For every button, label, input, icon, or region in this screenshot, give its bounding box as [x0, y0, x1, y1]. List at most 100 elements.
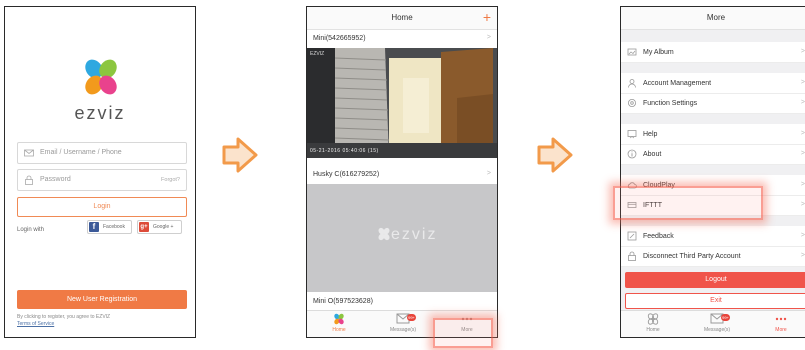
bottom-tab-bar: Home 99+ Message(s) More [307, 310, 497, 337]
chevron-right-icon: > [800, 252, 805, 259]
menu-item-label: Function Settings [643, 100, 698, 107]
chevron-right-icon: > [486, 170, 491, 177]
menu-item-help[interactable]: Help > [621, 125, 805, 145]
camera-row[interactable]: Mini(542665952) > [307, 30, 497, 48]
menu-item-label: Account Management [643, 80, 712, 87]
google-plus-icon: g+ [139, 222, 149, 232]
camera-row[interactable]: Mini O(597523628) [307, 293, 497, 311]
chevron-right-icon: > [800, 232, 805, 239]
google-button[interactable]: g+ Google + [137, 220, 182, 234]
chevron-right-icon: > [800, 130, 805, 137]
more-icon [461, 317, 473, 321]
chevron-right-icon: > [800, 99, 805, 106]
camera-name: Husky C(616279252) [313, 171, 380, 178]
placeholder-brand-text: ezviz [391, 226, 438, 243]
menu-item-label: CloudPlay [643, 182, 675, 189]
chevron-right-icon: > [800, 48, 805, 55]
tab-label: Message(s) [703, 327, 731, 333]
camera-live-view[interactable]: EZVIZ 05-21-2016 05:40:06 (15) [307, 48, 497, 158]
terms-line: By clicking to register, you agree to EZ… [17, 314, 111, 320]
ifttt-icon [627, 202, 637, 208]
tab-messages[interactable]: 99+ Message(s) [379, 313, 427, 333]
help-icon [627, 130, 637, 139]
menu-item-disconnect-third-party[interactable]: Disconnect Third Party Account > [621, 247, 805, 267]
more-screen: More My Album > Account Management > Fun… [620, 6, 805, 338]
login-with-label: Login with [17, 227, 45, 233]
ezviz-logo-icon [85, 59, 117, 95]
chevron-right-icon: > [800, 79, 805, 86]
tab-home[interactable]: Home [629, 313, 677, 333]
page-title: More [706, 13, 726, 22]
menu-item-about[interactable]: About > [621, 145, 805, 165]
google-label: Google + [153, 224, 174, 230]
home-icon [334, 313, 344, 325]
tab-label: More [461, 327, 473, 333]
email-placeholder: Email / Username / Phone [40, 149, 122, 156]
terms-of-service-link[interactable]: Terms of Service [17, 321, 54, 327]
password-field[interactable]: Password Forgot? [17, 169, 187, 191]
menu-item-feedback[interactable]: Feedback > [621, 227, 805, 247]
email-field[interactable]: Email / Username / Phone [17, 142, 187, 164]
tab-label: Home [646, 327, 660, 333]
menu-item-ifttt[interactable]: IFTTT > [621, 196, 805, 216]
terms-text: By clicking to register, you agree to EZ… [17, 314, 110, 328]
tab-label: Home [332, 327, 346, 333]
tab-label: Message(s) [389, 327, 417, 333]
login-button[interactable]: Login [17, 197, 187, 217]
tab-label: More [775, 327, 787, 333]
menu-item-label: Help [643, 131, 658, 138]
tab-more[interactable]: More [757, 313, 805, 333]
message-badge: 99+ [407, 314, 416, 321]
album-icon [627, 48, 637, 56]
logout-button[interactable]: Logout [625, 272, 805, 288]
feed-timestamp: 05-21-2016 05:40:06 (15) [310, 148, 379, 154]
camera-feed-image [307, 48, 497, 158]
cloud-icon [627, 182, 637, 189]
forgot-link[interactable]: Forgot? [161, 177, 180, 183]
facebook-button[interactable]: f Facebook [87, 220, 132, 234]
chevron-right-icon: > [800, 201, 805, 208]
menu-item-label: Feedback [643, 233, 674, 240]
camera-name: Mini O(597523628) [313, 298, 373, 305]
login-screen: ezviz Email / Username / Phone Password … [4, 6, 196, 338]
home-icon [647, 313, 659, 325]
feed-watermark: EZVIZ [310, 51, 325, 57]
home-screen: Home + Mini(542665952) > EZVIZ 05-21-201… [306, 6, 498, 338]
menu-item-label: IFTTT [643, 202, 663, 209]
add-device-icon[interactable]: + [483, 7, 491, 28]
menu-item-my-album[interactable]: My Album > [621, 43, 805, 63]
placeholder-brand: ezviz [377, 226, 437, 244]
chevron-right-icon: > [800, 150, 805, 157]
facebook-label: Facebook [103, 224, 125, 230]
more-header: More [621, 7, 805, 30]
new-user-registration-button[interactable]: New User Registration [17, 290, 187, 309]
menu-item-cloudplay[interactable]: CloudPlay > [621, 176, 805, 196]
page-title: Home [391, 13, 413, 22]
more-icon [775, 317, 787, 321]
lock-icon [25, 175, 33, 185]
home-header: Home + [307, 7, 497, 30]
menu-item-function-settings[interactable]: Function Settings > [621, 94, 805, 114]
facebook-icon: f [89, 222, 99, 232]
brand-name: ezviz [74, 103, 126, 123]
arrow-right-icon [537, 137, 573, 173]
chevron-right-icon: > [486, 34, 491, 41]
lock-icon [628, 251, 636, 261]
camera-placeholder[interactable]: ezviz [307, 184, 497, 292]
password-placeholder: Password [40, 176, 71, 183]
menu-item-label: My Album [643, 49, 674, 56]
info-icon [627, 149, 637, 159]
menu-item-account-management[interactable]: Account Management > [621, 74, 805, 94]
tab-messages[interactable]: 99+ Message(s) [693, 313, 741, 333]
feedback-icon [627, 231, 637, 241]
mail-icon [24, 149, 34, 157]
settings-icon [628, 99, 636, 107]
exit-button[interactable]: Exit [625, 293, 805, 309]
chevron-right-icon: > [800, 181, 805, 188]
ezviz-logo-icon [378, 227, 390, 241]
tab-more[interactable]: More [443, 313, 491, 333]
tab-home[interactable]: Home [315, 313, 363, 333]
message-badge: 99+ [721, 314, 730, 321]
arrow-right-icon [222, 137, 258, 173]
camera-row[interactable]: Husky C(616279252) > [307, 166, 497, 184]
